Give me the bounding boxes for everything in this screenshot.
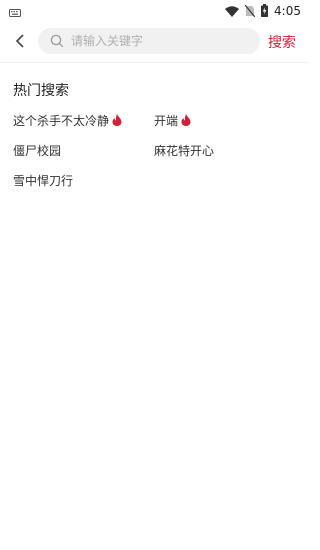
battery-charging-icon — [261, 2, 269, 21]
status-time: 4:05 — [274, 4, 301, 18]
fire-icon — [112, 114, 122, 126]
hot-search-item[interactable]: 这个杀手不太冷静 — [13, 110, 122, 130]
hot-search-item[interactable]: 雪中悍刀行 — [13, 170, 73, 190]
search-button[interactable]: 搜索 — [268, 32, 296, 52]
keyboard-icon — [9, 2, 21, 21]
no-sim-icon — [244, 2, 256, 21]
chevron-left-icon — [15, 33, 25, 52]
hot-search-item[interactable]: 僵尸校园 — [13, 140, 61, 160]
hot-search-item-label: 开端 — [154, 113, 179, 128]
hot-search-item-label: 雪中悍刀行 — [13, 173, 74, 188]
fire-icon — [181, 114, 191, 126]
search-bar: 搜索 — [0, 26, 309, 58]
hot-search-item-label: 僵尸校园 — [13, 143, 62, 158]
hot-search-title: 热门搜索 — [13, 83, 69, 99]
hot-search-item-label: 这个杀手不太冷静 — [13, 113, 110, 128]
hot-search-item-label: 麻花特开心 — [154, 143, 215, 158]
status-bar: 4:05 — [0, 0, 309, 22]
hot-search-item[interactable]: 开端 — [154, 110, 191, 130]
search-input[interactable] — [71, 34, 231, 48]
back-button[interactable] — [10, 31, 30, 53]
hot-search-item[interactable]: 麻花特开心 — [154, 140, 214, 160]
wifi-icon — [225, 2, 240, 21]
header-divider — [0, 62, 309, 63]
search-icon — [50, 34, 64, 48]
search-field[interactable] — [38, 28, 260, 54]
